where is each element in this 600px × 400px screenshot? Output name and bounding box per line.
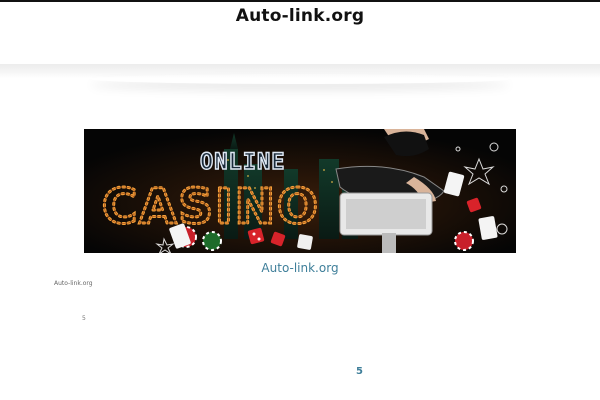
- header-shadow: [90, 74, 510, 84]
- small-site-label: Auto-link.org: [54, 280, 93, 287]
- banner-caption-link[interactable]: Auto-link.org: [0, 261, 600, 275]
- top-border: [0, 0, 600, 2]
- banner-artwork: ONLINE CASINO CASINO: [84, 129, 516, 253]
- small-number: 5: [82, 315, 86, 322]
- casino-banner-image[interactable]: ONLINE CASINO CASINO: [84, 129, 516, 253]
- svg-text:CASINO: CASINO: [102, 179, 320, 235]
- pagination-current-page[interactable]: 5: [356, 366, 363, 377]
- site-title-link[interactable]: Auto-link.org: [0, 6, 600, 26]
- banner-word-online: ONLINE: [200, 150, 285, 175]
